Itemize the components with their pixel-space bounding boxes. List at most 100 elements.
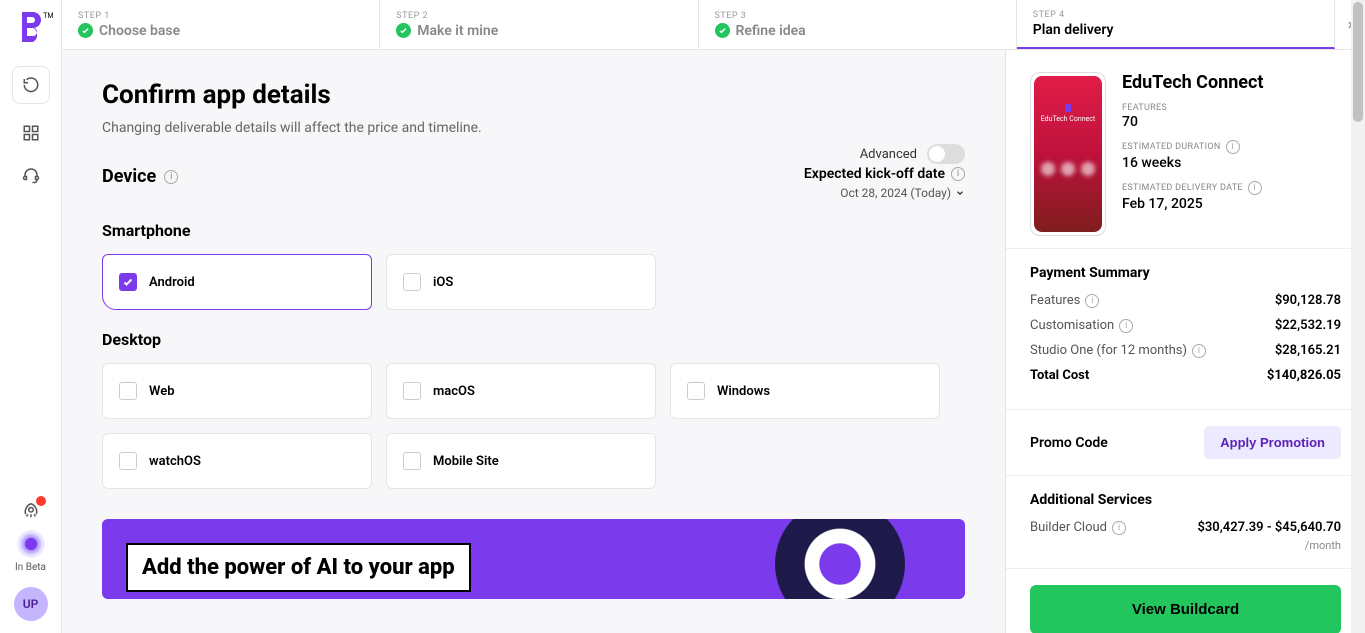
payment-line-label: Customisationi [1030, 318, 1133, 333]
beta-label: In Beta [15, 562, 46, 573]
payment-line-label: Featuresi [1030, 293, 1099, 308]
additional-services-title: Additional Services [1030, 492, 1341, 508]
payment-summary-title: Payment Summary [1030, 265, 1341, 281]
desktop-title: Desktop [102, 330, 965, 349]
payment-line-value: $90,128.78 [1275, 293, 1341, 308]
page-subtitle: Changing deliverable details will affect… [102, 120, 965, 136]
preview-logo [1065, 104, 1071, 112]
device-name: Mobile Site [433, 454, 499, 469]
advanced-toggle[interactable] [927, 144, 965, 164]
checkbox [403, 273, 421, 291]
checkbox [119, 452, 137, 470]
payment-line-value: $28,165.21 [1275, 343, 1341, 358]
info-icon[interactable]: i [1119, 319, 1133, 333]
step-label: STEP 3 [715, 11, 1000, 21]
info-icon[interactable]: i [164, 170, 178, 184]
app-preview: EduTech Connect [1030, 72, 1106, 236]
step-make-it-mine[interactable]: STEP 2 Make it mine [380, 0, 698, 49]
preview-app-name: EduTech Connect [1041, 115, 1095, 123]
device-name: watchOS [149, 454, 201, 469]
step-choose-base[interactable]: STEP 1 Choose base [62, 0, 380, 49]
info-icon[interactable]: i [1112, 521, 1126, 535]
brand-logo: TM [18, 12, 44, 42]
device-mobile-site[interactable]: Mobile Site [386, 433, 656, 489]
beta-indicator[interactable] [17, 530, 45, 558]
info-icon[interactable]: i [951, 167, 965, 181]
scrollbar-thumb[interactable] [1353, 2, 1363, 122]
apps-icon[interactable] [22, 124, 40, 142]
total-label: Total Cost [1030, 368, 1089, 383]
main-content: Confirm app details Changing deliverable… [62, 50, 1005, 633]
builder-cloud-label: Builder Cloudi [1030, 520, 1126, 535]
checkbox [403, 452, 421, 470]
scrollbar-track[interactable] [1351, 0, 1365, 633]
device-web[interactable]: Web [102, 363, 372, 419]
device-name: macOS [433, 384, 475, 399]
user-avatar[interactable]: UP [14, 587, 48, 621]
checkbox [119, 382, 137, 400]
device-title-text: Device [102, 166, 156, 187]
checkbox-checked [119, 273, 137, 291]
promo-label: Promo Code [1030, 435, 1108, 451]
ai-banner-graphic [775, 519, 905, 599]
device-name: Android [149, 275, 195, 290]
summary-sidebar: EduTech Connect EduTech Connect FEATURES… [1005, 50, 1365, 633]
step-label: STEP 1 [78, 11, 363, 21]
builder-cloud-sub: /month [1030, 539, 1341, 552]
step-plan-delivery[interactable]: STEP 4 Plan delivery [1017, 0, 1335, 49]
advanced-toggle-row: Advanced [860, 144, 965, 164]
notification-badge [36, 496, 46, 506]
device-android[interactable]: Android [102, 254, 372, 310]
apply-promotion-button[interactable]: Apply Promotion [1204, 426, 1341, 459]
info-icon[interactable]: i [1226, 140, 1240, 154]
device-watchos[interactable]: watchOS [102, 433, 372, 489]
undo-icon [22, 76, 40, 94]
check-icon [715, 23, 730, 38]
trademark: TM [43, 12, 53, 20]
delivery-value: Feb 17, 2025 [1122, 196, 1341, 212]
kickoff-label: Expected kick-off date i [804, 166, 965, 182]
sidebar-app-name: EduTech Connect [1122, 72, 1341, 93]
headset-icon[interactable] [22, 166, 40, 184]
ai-banner[interactable]: Add the power of AI to your app [102, 519, 965, 599]
device-section-title: Device i [102, 166, 178, 187]
kickoff-date-text: Oct 28, 2024 (Today) [840, 186, 951, 200]
device-windows[interactable]: Windows [670, 363, 940, 419]
step-label: STEP 2 [396, 11, 681, 21]
step-title-text: Choose base [99, 23, 180, 39]
info-icon[interactable]: i [1085, 294, 1099, 308]
undo-button[interactable] [12, 66, 50, 104]
info-icon[interactable]: i [1248, 181, 1262, 195]
ai-banner-title: Add the power of AI to your app [142, 555, 455, 580]
kickoff-date-picker[interactable]: Oct 28, 2024 (Today) [804, 186, 965, 200]
rocket-button[interactable] [22, 500, 40, 518]
device-name: Windows [717, 384, 770, 399]
checkbox [403, 382, 421, 400]
payment-line-value: $22,532.19 [1275, 318, 1341, 333]
kickoff-block: Expected kick-off date i Oct 28, 2024 (T… [804, 166, 965, 200]
step-title-text: Make it mine [417, 23, 498, 39]
page-title: Confirm app details [102, 80, 965, 110]
duration-label: ESTIMATED DURATIONi [1122, 140, 1341, 154]
smartphone-title: Smartphone [102, 221, 965, 240]
checkbox [687, 382, 705, 400]
step-title-text: Plan delivery [1033, 22, 1114, 38]
total-value: $140,826.05 [1267, 368, 1341, 383]
step-refine-idea[interactable]: STEP 3 Refine idea [699, 0, 1017, 49]
chevron-down-icon [955, 188, 965, 198]
info-icon[interactable]: i [1192, 344, 1206, 358]
left-rail: TM In Beta UP [0, 0, 62, 633]
features-value: 70 [1122, 114, 1341, 130]
device-ios[interactable]: iOS [386, 254, 656, 310]
step-title-text: Refine idea [736, 23, 806, 39]
device-macos[interactable]: macOS [386, 363, 656, 419]
device-name: Web [149, 384, 175, 399]
check-icon [78, 23, 93, 38]
step-label: STEP 4 [1033, 10, 1318, 20]
advanced-label: Advanced [860, 147, 917, 162]
delivery-label: ESTIMATED DELIVERY DATEi [1122, 181, 1341, 195]
duration-value: 16 weeks [1122, 155, 1341, 171]
features-label: FEATURES [1122, 103, 1341, 113]
device-name: iOS [433, 275, 453, 290]
view-buildcard-button[interactable]: View Buildcard [1030, 585, 1341, 633]
